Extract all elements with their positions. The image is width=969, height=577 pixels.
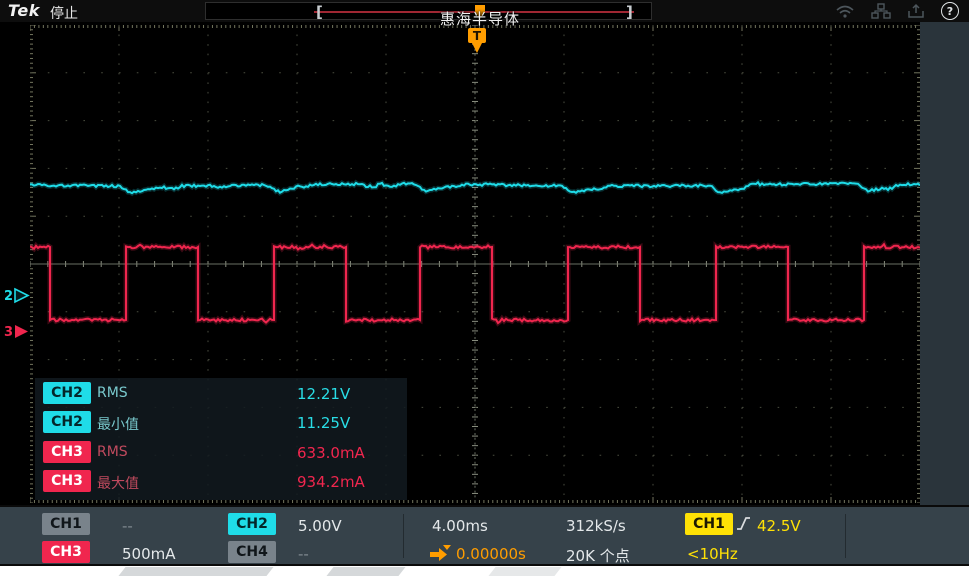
ch3-badge: CH3 <box>43 470 91 492</box>
side-menu-panel <box>920 22 969 505</box>
measurement-label: 最大值 <box>97 476 139 492</box>
ch3-scale-value: 500mA <box>122 545 176 563</box>
measurement-value: 934.2mA <box>297 473 365 491</box>
measurement-label: RMS <box>97 444 128 460</box>
trigger-flag-label: T <box>473 29 482 43</box>
measurement-value: 12.21V <box>297 385 351 403</box>
timebase-readout: 4.00ms <box>432 517 488 535</box>
vendor-watermark: 惠海半导体 <box>439 10 521 28</box>
tek-logo: Tek <box>8 1 40 20</box>
measurement-value: 11.25V <box>297 414 351 432</box>
help-icon[interactable]: ? <box>941 2 959 20</box>
horizontal-position-readout: 0.00000s <box>456 545 526 563</box>
record-length-readout: 20K 个点 <box>566 547 630 565</box>
measurement-value: 633.0mA <box>297 444 365 462</box>
trigger-frequency-readout: <10Hz <box>687 545 738 563</box>
ch4-scale-value: -- <box>298 545 309 563</box>
acquisition-status: 停止 <box>50 6 78 22</box>
window-bracket-left: [ <box>316 3 323 21</box>
ch3-scale-button[interactable]: CH3 <box>42 541 90 563</box>
trigger-level-readout: 42.5V <box>757 517 801 535</box>
acquisition-preview-bar: [ ] <box>205 2 652 21</box>
trigger-position-flag[interactable]: T <box>466 27 488 55</box>
sample-rate-readout: 312kS/s <box>566 517 626 535</box>
network-icon <box>871 3 891 19</box>
ch2-ground-marker[interactable]: 2 <box>3 287 30 304</box>
trigger-source-button[interactable]: CH1 <box>685 513 733 535</box>
ch2-scale-button[interactable]: CH2 <box>228 513 276 535</box>
oscilloscope-screenshot: Tek 停止 [ ] ? 惠海半导体 T 2 3 CH2 RMS 12.21V … <box>0 0 969 577</box>
page-background-strip <box>0 566 969 577</box>
ch2-badge: CH2 <box>43 382 91 404</box>
measurement-row: CH2 最小值 11.25V <box>35 411 407 437</box>
page-artifact <box>326 567 406 576</box>
ch1-scale-value: -- <box>122 517 133 535</box>
ch1-scale-button[interactable]: CH1 <box>42 513 90 535</box>
measurement-panel: CH2 RMS 12.21V CH2 最小值 11.25V CH3 RMS 63… <box>35 378 407 500</box>
bottom-status-bar: CH1 -- CH2 5.00V CH3 500mA CH4 -- 4.00ms… <box>0 505 969 566</box>
ch3-marker-label: 3 <box>4 325 13 340</box>
ch4-scale-button[interactable]: CH4 <box>228 541 276 563</box>
measurement-label: 最小值 <box>97 417 139 433</box>
ch3-badge: CH3 <box>43 441 91 463</box>
statusbar-divider <box>403 514 404 558</box>
horizontal-position-icon <box>430 545 451 561</box>
export-icon[interactable] <box>907 3 925 19</box>
ch2-marker-label: 2 <box>4 289 13 304</box>
page-artifact <box>118 567 274 576</box>
measurement-row: CH3 最大值 934.2mA <box>35 470 407 496</box>
measurement-label: RMS <box>97 385 128 401</box>
statusbar-divider <box>845 514 846 558</box>
ch2-scale-value: 5.00V <box>298 517 342 535</box>
wifi-icon <box>836 5 854 18</box>
page-artifact <box>488 567 562 576</box>
measurement-row: CH3 RMS 633.0mA <box>35 441 407 467</box>
ch3-ground-marker[interactable]: 3 <box>3 323 30 340</box>
window-bracket-right: ] <box>626 3 633 21</box>
trigger-slope-rising-icon <box>737 517 750 530</box>
measurement-row: CH2 RMS 12.21V <box>35 382 407 408</box>
ch2-badge: CH2 <box>43 411 91 433</box>
